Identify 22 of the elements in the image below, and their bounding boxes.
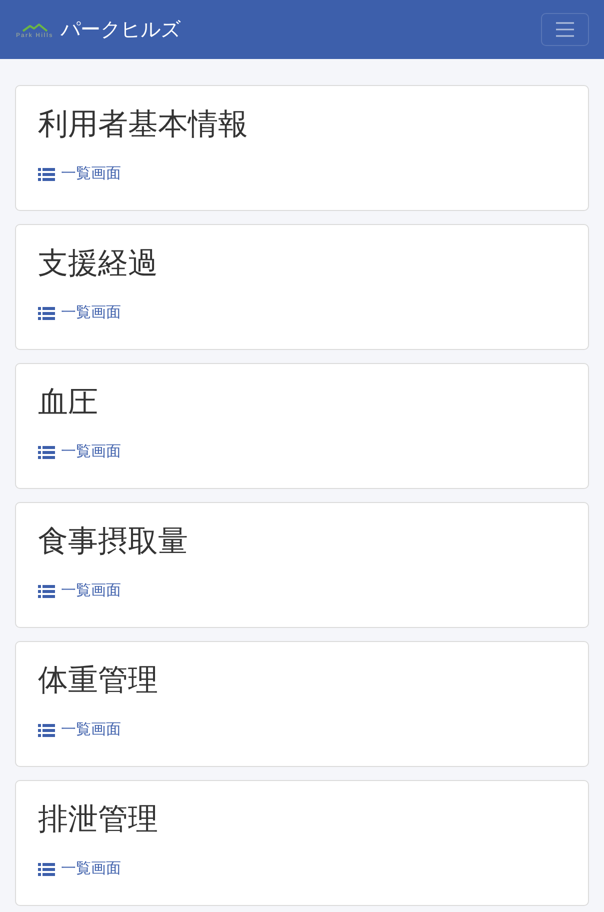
list-icon — [38, 306, 55, 320]
list-view-link[interactable]: 一覧画面 — [38, 857, 121, 881]
list-view-link[interactable]: 一覧画面 — [38, 440, 121, 464]
card-title: 食事摂取量 — [38, 524, 188, 560]
card-title: 体重管理 — [38, 663, 158, 699]
list-icon — [38, 446, 55, 458]
menu-icon — [556, 22, 574, 37]
mountain-logo-icon — [22, 23, 48, 32]
card-title: 排泄管理 — [38, 802, 158, 838]
list-view-link[interactable]: 一覧画面 — [38, 301, 121, 325]
list-view-link[interactable]: 一覧画面 — [38, 579, 121, 603]
card-title: 血圧 — [38, 385, 98, 421]
card-title: 利用者基本情報 — [38, 107, 248, 143]
list-icon — [38, 862, 55, 876]
list-view-link[interactable]: 一覧画面 — [38, 718, 121, 742]
brand-title[interactable]: パークヒルズ — [60, 16, 180, 44]
list-icon — [38, 724, 55, 736]
menu-toggle-button[interactable] — [541, 13, 589, 46]
list-icon — [38, 584, 55, 598]
card-title: 支援経過 — [38, 246, 158, 282]
list-view-link[interactable]: 一覧画面 — [38, 162, 121, 186]
list-icon — [38, 168, 55, 180]
